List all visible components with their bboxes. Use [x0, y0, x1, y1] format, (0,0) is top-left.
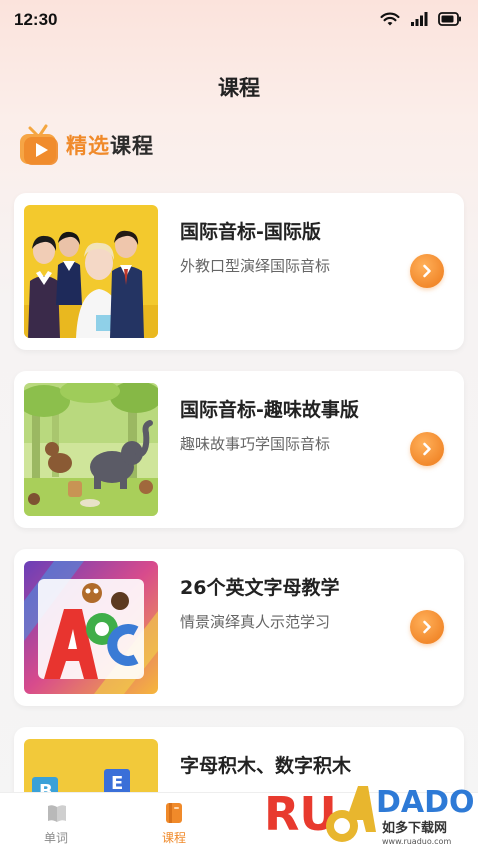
chevron-right-icon	[423, 442, 431, 456]
ruaduo-watermark-logo: RU DADO 如多下载网 www.ruaduo.com	[264, 768, 478, 850]
battery-icon	[438, 12, 462, 26]
svg-text:如多下载网: 如多下载网	[382, 820, 447, 836]
svg-text:www.ruaduo.com: www.ruaduo.com	[382, 837, 451, 846]
status-time: 12:30	[14, 10, 58, 29]
section-header: 精选课程	[18, 122, 154, 168]
course-card[interactable]: 国际音标-趣味故事版 趣味故事巧学国际音标	[14, 371, 464, 528]
course-subtitle: 外教口型演绎国际音标	[180, 257, 331, 275]
course-subtitle: 情景演绎真人示范学习	[180, 613, 331, 631]
tab-courses[interactable]: 课程	[144, 799, 204, 847]
tab-words[interactable]: 单词	[26, 799, 86, 847]
svg-text:RU: RU	[264, 787, 337, 841]
course-card[interactable]: 国际音标-国际版 外教口型演绎国际音标	[14, 193, 464, 350]
course-thumbnail-forest-animals	[24, 383, 158, 516]
course-book-icon	[164, 802, 184, 824]
status-icons	[380, 11, 462, 27]
course-title: 国际音标-国际版	[180, 221, 321, 243]
svg-text:E: E	[111, 773, 123, 794]
section-label: 精选课程	[66, 130, 154, 160]
svg-text:DADO: DADO	[376, 785, 475, 820]
course-card[interactable]: 26个英文字母教学 情景演绎真人示范学习	[14, 549, 464, 706]
tab-words-label: 单词	[43, 831, 68, 845]
wifi-icon	[380, 11, 400, 27]
signal-icon	[410, 11, 428, 27]
course-thumbnail-kids-teacher	[24, 205, 158, 338]
tv-play-icon	[18, 122, 60, 168]
chevron-right-icon	[423, 264, 431, 278]
status-bar: 12:30	[0, 0, 478, 42]
page-title: 课程	[218, 76, 260, 100]
go-button[interactable]	[410, 610, 444, 644]
section-label-highlight: 精选	[66, 134, 110, 158]
tab-courses-label: 课程	[161, 831, 186, 845]
section-label-rest: 课程	[110, 134, 154, 158]
course-title: 国际音标-趣味故事版	[180, 399, 359, 421]
chevron-right-icon	[423, 620, 431, 634]
course-title: 26个英文字母教学	[180, 577, 340, 599]
go-button[interactable]	[410, 254, 444, 288]
book-icon	[46, 802, 66, 824]
course-thumbnail-abc-letters	[24, 561, 158, 694]
course-subtitle: 趣味故事巧学国际音标	[180, 435, 331, 453]
go-button[interactable]	[410, 432, 444, 466]
